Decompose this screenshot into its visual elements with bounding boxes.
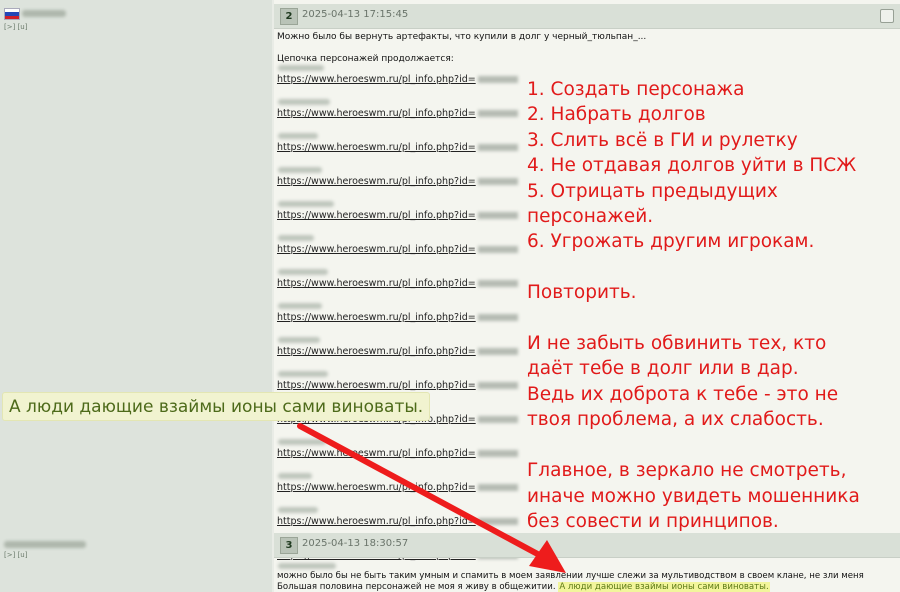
reply-line-1: можно было бы не быть таким умным и спам… bbox=[277, 571, 864, 581]
character-id-blurred bbox=[477, 144, 518, 151]
character-link-url[interactable]: https://www.heroeswm.ru/pl_info.php?id= bbox=[277, 74, 476, 85]
report-icon[interactable] bbox=[880, 9, 894, 23]
post-header: 2 2025-04-13 17:15:45 bbox=[274, 4, 900, 29]
character-id-blurred bbox=[477, 246, 518, 253]
overlay-line: 1. Создать персонажа bbox=[527, 79, 745, 100]
character-link-url[interactable]: https://www.heroeswm.ru/pl_info.php?id= bbox=[277, 380, 476, 391]
overlay-line: иначе можно увидеть мошенника bbox=[527, 485, 860, 507]
character-link[interactable]: https://www.heroeswm.ru/pl_info.php?id= bbox=[277, 142, 518, 153]
post-intro: Можно было бы вернуть артефакты, что куп… bbox=[277, 32, 647, 42]
character-link[interactable]: https://www.heroeswm.ru/pl_info.php?id= bbox=[277, 516, 518, 527]
author-links[interactable]: [>] [u] bbox=[4, 23, 27, 31]
character-link[interactable]: https://www.heroeswm.ru/pl_info.php?id= bbox=[277, 210, 518, 221]
post-date: 2025-04-13 18:30:57 bbox=[302, 538, 409, 549]
character-id-blurred bbox=[477, 450, 518, 457]
character-id-blurred bbox=[477, 348, 518, 355]
character-link-url[interactable]: https://www.heroeswm.ru/pl_info.php?id= bbox=[277, 346, 476, 357]
author-name-blurred[interactable] bbox=[22, 10, 66, 17]
character-name-blurred bbox=[278, 235, 314, 241]
quoted-text-callout: А люди дающие взаймы ионы сами виноваты. bbox=[2, 392, 431, 421]
post-number[interactable]: 3 bbox=[280, 537, 298, 554]
reply-line-2: Большая половина персонажей не моя я жив… bbox=[277, 582, 770, 592]
overlay-line: 6. Угрожать другим игрокам. bbox=[527, 231, 815, 253]
overlay-line: 4. Не отдавая долгов уйти в ПСЖ bbox=[527, 155, 857, 177]
character-link-url[interactable]: https://www.heroeswm.ru/pl_info.php?id= bbox=[277, 278, 476, 289]
character-id-blurred bbox=[477, 280, 518, 287]
author-links[interactable]: [>] [u] bbox=[4, 551, 27, 559]
character-link-url[interactable]: https://www.heroeswm.ru/pl_info.php?id= bbox=[277, 448, 476, 459]
post-chain-text: Цепочка персонажей продолжается: bbox=[277, 54, 454, 64]
reply-line-2-text: Большая половина персонажей не моя я жив… bbox=[277, 582, 556, 592]
overlay-line bbox=[527, 433, 897, 458]
character-link[interactable]: https://www.heroeswm.ru/pl_info.php?id= bbox=[277, 278, 518, 289]
character-link[interactable]: https://www.heroeswm.ru/pl_info.php?id= bbox=[277, 176, 518, 187]
author-column bbox=[0, 0, 272, 592]
character-name-blurred bbox=[278, 507, 318, 513]
character-name-blurred bbox=[278, 269, 328, 275]
overlay-line: даёт тебе в долг или в дар. bbox=[527, 358, 799, 380]
author-name-blurred[interactable] bbox=[4, 541, 86, 548]
character-link[interactable]: https://www.heroeswm.ru/pl_info.php?id= bbox=[277, 108, 518, 119]
character-link[interactable]: https://www.heroeswm.ru/pl_info.php?id= bbox=[277, 74, 518, 85]
russia-flag-icon bbox=[4, 8, 20, 20]
post-header: 3 2025-04-13 18:30:57 bbox=[274, 533, 900, 558]
character-name-blurred bbox=[278, 303, 322, 309]
overlay-line: 3. Слить всё в ГИ и рулетку bbox=[527, 129, 798, 151]
character-id-blurred bbox=[477, 212, 518, 219]
overlay-line: персонажей. bbox=[527, 206, 654, 228]
character-id-blurred bbox=[477, 314, 518, 321]
character-name-blurred bbox=[278, 133, 318, 139]
character-link-url[interactable]: https://www.heroeswm.ru/pl_info.php?id= bbox=[277, 312, 476, 323]
character-name-blurred bbox=[278, 99, 330, 105]
overlay-line: И не забыть обвинить тех, кто bbox=[527, 333, 827, 355]
overlay-line: твоя проблема, а их слабость. bbox=[527, 409, 824, 431]
highlighted-quote: А люди дающие взаймы ионы сами виноваты. bbox=[558, 582, 770, 592]
character-link[interactable]: https://www.heroeswm.ru/pl_info.php?id= bbox=[277, 380, 518, 391]
character-id-blurred bbox=[477, 382, 518, 389]
overlay-line bbox=[527, 306, 897, 331]
character-name-blurred bbox=[278, 201, 334, 207]
character-link-url[interactable]: https://www.heroeswm.ru/pl_info.php?id= bbox=[277, 108, 476, 119]
overlay-line: Ведь их доброта к тебе - это не bbox=[527, 383, 839, 405]
character-name-blurred bbox=[278, 65, 324, 71]
character-link-url[interactable]: https://www.heroeswm.ru/pl_info.php?id= bbox=[277, 210, 476, 221]
character-name-blurred bbox=[278, 337, 320, 343]
character-id-blurred bbox=[477, 76, 518, 83]
character-link[interactable]: https://www.heroeswm.ru/pl_info.php?id= bbox=[277, 346, 518, 357]
character-link-url[interactable]: https://www.heroeswm.ru/pl_info.php?id= bbox=[277, 516, 476, 527]
character-id-blurred bbox=[477, 518, 518, 525]
character-id-blurred bbox=[477, 110, 518, 117]
character-link-url[interactable]: https://www.heroeswm.ru/pl_info.php?id= bbox=[277, 244, 476, 255]
character-link[interactable]: https://www.heroeswm.ru/pl_info.php?id= bbox=[277, 448, 518, 459]
character-link[interactable]: https://www.heroeswm.ru/pl_info.php?id= bbox=[277, 482, 518, 493]
overlay-line: Главное, в зеркало не смотреть, bbox=[527, 460, 847, 482]
overlay-line: Повторить. bbox=[527, 282, 637, 304]
character-id-blurred bbox=[477, 484, 518, 491]
reply-author-blurred bbox=[278, 563, 336, 569]
character-id-blurred bbox=[477, 416, 518, 423]
overlay-annotation: 1. Создать персонажа 2. Набрать долгов 3. … bbox=[527, 77, 897, 534]
post-date: 2025-04-13 17:15:45 bbox=[302, 9, 409, 20]
overlay-line: 5. Отрицать предыдущих bbox=[527, 180, 778, 202]
overlay-line: без совести и принципов. bbox=[527, 510, 779, 532]
character-link-url[interactable]: https://www.heroeswm.ru/pl_info.php?id= bbox=[277, 142, 476, 153]
character-name-blurred bbox=[278, 439, 326, 445]
character-id-blurred bbox=[477, 178, 518, 185]
character-link-url[interactable]: https://www.heroeswm.ru/pl_info.php?id= bbox=[277, 482, 476, 493]
character-name-blurred bbox=[278, 473, 312, 479]
post-number[interactable]: 2 bbox=[280, 8, 298, 25]
character-link[interactable]: https://www.heroeswm.ru/pl_info.php?id= bbox=[277, 312, 518, 323]
overlay-line bbox=[527, 255, 897, 280]
character-link-url[interactable]: https://www.heroeswm.ru/pl_info.php?id= bbox=[277, 176, 476, 187]
character-name-blurred bbox=[278, 167, 322, 173]
character-name-blurred bbox=[278, 371, 328, 377]
character-link[interactable]: https://www.heroeswm.ru/pl_info.php?id= bbox=[277, 244, 518, 255]
overlay-line: 2. Набрать долгов bbox=[527, 104, 706, 126]
